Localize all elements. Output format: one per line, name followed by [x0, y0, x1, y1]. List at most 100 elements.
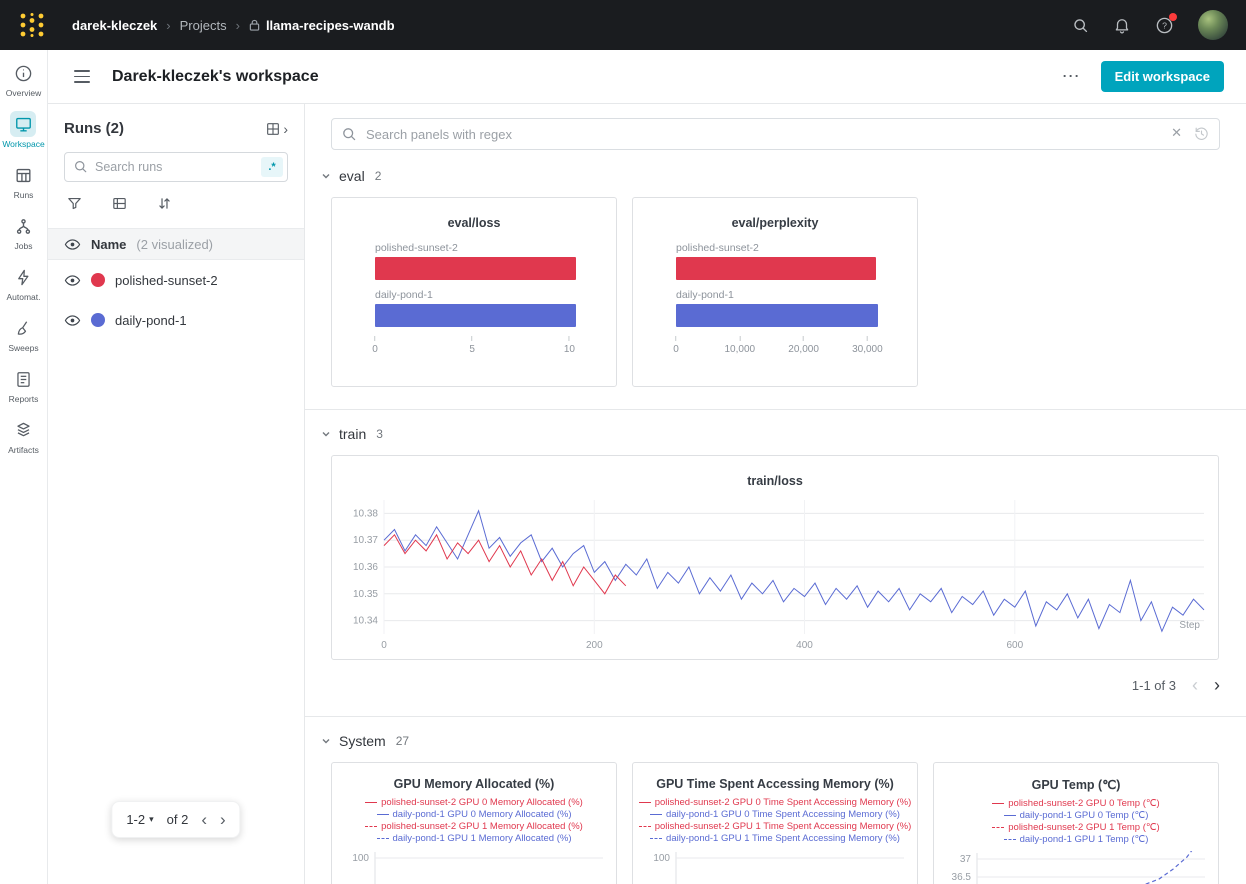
breadcrumb-projects[interactable]: Projects [180, 18, 227, 33]
page-size-dropdown[interactable]: 1-2 ▾ [126, 812, 153, 827]
sidebar-label: Sweeps [8, 343, 38, 353]
visibility-eye-icon[interactable] [64, 236, 81, 253]
section-eval-header[interactable]: eval 2 [321, 168, 1220, 184]
bar[interactable] [676, 304, 878, 327]
bar[interactable] [375, 257, 576, 280]
filter-funnel-icon[interactable] [66, 195, 83, 212]
legend-item[interactable]: daily-pond-1 GPU 0 Memory Allocated (%) [332, 808, 616, 820]
breadcrumb-project[interactable]: llama-recipes-wandb [249, 18, 395, 33]
more-options-icon[interactable]: ⋯ [1062, 66, 1081, 87]
panel-eval-loss[interactable]: eval/loss polished-sunset-2daily-pond-10… [331, 197, 617, 387]
system-plot[interactable]: 100 [646, 850, 904, 884]
sidebar-item-automations[interactable]: Automat. [6, 264, 40, 302]
legend-item[interactable]: polished-sunset-2 GPU 0 Temp (℃) [934, 797, 1218, 809]
search-icon[interactable] [1072, 17, 1089, 34]
x-axis: 0510 [375, 336, 583, 362]
edit-workspace-button[interactable]: Edit workspace [1101, 61, 1224, 92]
sidebar-item-workspace[interactable]: Workspace [2, 111, 44, 149]
legend-line-icon [1004, 839, 1016, 840]
sort-icon[interactable] [156, 195, 173, 212]
legend-item[interactable]: daily-pond-1 GPU 0 Temp (℃) [934, 809, 1218, 821]
panel-gpu-time[interactable]: GPU Time Spent Accessing Memory (%) poli… [632, 762, 918, 884]
svg-text:36.5: 36.5 [952, 872, 972, 883]
train-loss-plot[interactable]: 10.3410.3510.3610.3710.380200400600Step [332, 492, 1218, 660]
legend-item[interactable]: polished-sunset-2 GPU 1 Temp (℃) [934, 821, 1218, 833]
search-panels-input[interactable] [331, 118, 1220, 150]
legend-item[interactable]: polished-sunset-2 GPU 1 Memory Allocated… [332, 820, 616, 832]
sidebar-item-runs[interactable]: Runs [11, 162, 37, 200]
user-avatar[interactable] [1198, 10, 1228, 40]
svg-text:10.35: 10.35 [353, 589, 378, 600]
runs-pagination: 1-2 ▾ of 2 ‹ › [111, 801, 240, 838]
sidebar-item-sweeps[interactable]: Sweeps [8, 315, 38, 353]
left-nav-rail: Overview Workspace Runs Jobs Automat. Sw… [0, 50, 48, 884]
wandb-logo-icon[interactable] [18, 12, 46, 38]
run-name[interactable]: daily-pond-1 [115, 313, 187, 328]
run-color-dot [91, 273, 105, 287]
wandb-logo-dots [18, 12, 46, 38]
table-icon [11, 162, 37, 188]
prev-panel-page-button[interactable]: ‹ [1192, 676, 1198, 694]
history-icon[interactable] [1193, 125, 1210, 147]
prev-page-button[interactable]: ‹ [201, 811, 207, 828]
visibility-eye-icon[interactable] [64, 312, 81, 329]
sidebar-item-jobs[interactable]: Jobs [11, 213, 37, 251]
section-name: System [339, 733, 386, 749]
run-name[interactable]: polished-sunset-2 [115, 273, 218, 288]
legend-item[interactable]: daily-pond-1 GPU 1 Memory Allocated (%) [332, 832, 616, 844]
legend-item[interactable]: polished-sunset-2 GPU 1 Time Spent Acces… [633, 820, 917, 832]
group-runs-icon[interactable] [111, 195, 128, 212]
sidebar-item-artifacts[interactable]: Artifacts [8, 417, 39, 455]
svg-text:600: 600 [1006, 640, 1023, 651]
run-row[interactable]: polished-sunset-2 [48, 260, 304, 300]
breadcrumb: darek-kleczek › Projects › llama-recipes… [72, 18, 395, 33]
runs-search: .* [64, 152, 288, 182]
runs-table-header[interactable]: Name (2 visualized) [48, 228, 304, 260]
legend-item[interactable]: daily-pond-1 GPU 0 Time Spent Accessing … [633, 808, 917, 820]
run-row[interactable]: daily-pond-1 [48, 300, 304, 340]
system-plot[interactable]: 100 [345, 850, 603, 884]
breadcrumb-separator: › [166, 18, 170, 33]
bar[interactable] [375, 304, 576, 327]
sidebar-label: Reports [9, 394, 39, 404]
system-plot[interactable]: 3736.5 [947, 851, 1205, 884]
panel-gpu-temp[interactable]: GPU Temp (℃) polished-sunset-2 GPU 0 Tem… [933, 762, 1219, 884]
panel-eval-perplexity[interactable]: eval/perplexity polished-sunset-2daily-p… [632, 197, 918, 387]
section-train-header[interactable]: train 3 [321, 426, 1220, 442]
system-chart: polished-sunset-2 GPU 0 Time Spent Acces… [633, 796, 917, 884]
sidebar-item-reports[interactable]: Reports [9, 366, 39, 404]
sidebar-item-overview[interactable]: Overview [6, 60, 41, 98]
chart-title: GPU Memory Allocated (%) [332, 777, 616, 791]
legend-line-icon [650, 814, 662, 815]
svg-text:10.34: 10.34 [353, 616, 378, 627]
lock-icon [249, 19, 260, 31]
chart-title: GPU Temp (℃) [934, 777, 1218, 792]
regex-toggle[interactable]: .* [261, 157, 283, 177]
search-runs-input[interactable] [64, 152, 288, 182]
svg-text:10.37: 10.37 [353, 535, 378, 546]
legend-item[interactable]: daily-pond-1 GPU 1 Temp (℃) [934, 833, 1218, 845]
breadcrumb-user[interactable]: darek-kleczek [72, 18, 157, 33]
panel-gpu-memory[interactable]: GPU Memory Allocated (%) polished-sunset… [331, 762, 617, 884]
legend-item[interactable]: polished-sunset-2 GPU 0 Memory Allocated… [332, 796, 616, 808]
train-section-pagination: 1-1 of 3 ‹ › [331, 676, 1220, 694]
panel-train-loss[interactable]: train/loss 10.3410.3510.3610.3710.380200… [331, 455, 1219, 660]
notifications-bell-icon[interactable] [1113, 16, 1131, 34]
notification-dot [1169, 13, 1177, 21]
svg-text:200: 200 [586, 640, 603, 651]
help-icon[interactable]: ? [1155, 16, 1174, 35]
runs-toolbar [66, 195, 286, 212]
info-icon [11, 60, 37, 86]
next-panel-page-button[interactable]: › [1214, 676, 1220, 694]
bar-series-label: polished-sunset-2 [375, 242, 583, 254]
legend-item[interactable]: daily-pond-1 GPU 1 Time Spent Accessing … [633, 832, 917, 844]
visibility-eye-icon[interactable] [64, 272, 81, 289]
hamburger-menu-icon[interactable] [74, 70, 90, 82]
bar[interactable] [676, 257, 876, 280]
clear-search-icon[interactable]: ✕ [1171, 125, 1182, 141]
section-system-header[interactable]: System 27 [321, 733, 1220, 749]
next-page-button[interactable]: › [220, 811, 226, 828]
runs-table-expand-button[interactable]: › [265, 121, 288, 137]
legend-item[interactable]: polished-sunset-2 GPU 0 Time Spent Acces… [633, 796, 917, 808]
sidebar-label: Workspace [2, 139, 44, 149]
